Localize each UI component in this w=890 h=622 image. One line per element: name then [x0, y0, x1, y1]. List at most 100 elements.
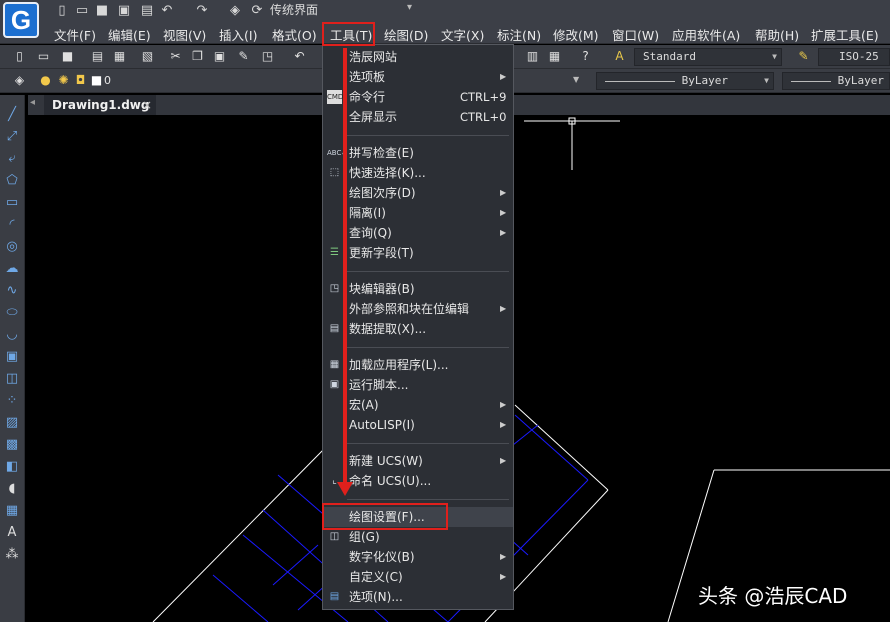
- app-logo[interactable]: G: [3, 2, 39, 38]
- menu-item-fullscreen[interactable]: 全屏显示 CTRL+0: [323, 107, 513, 127]
- menu-help[interactable]: 帮助(H): [755, 25, 799, 44]
- menu-item-isolate[interactable]: 隔离(I) ▶: [323, 203, 513, 223]
- menu-item-draw-order[interactable]: 绘图次序(D) ▶: [323, 183, 513, 203]
- menu-item-data-extraction[interactable]: ▤ 数据提取(X)...: [323, 319, 513, 339]
- menu-extend-tools[interactable]: 扩展工具(E): [811, 25, 879, 44]
- open-folder-icon[interactable]: ▭: [75, 3, 89, 18]
- menu-item-load-application[interactable]: ▦ 加载应用程序(L)...: [323, 355, 513, 375]
- undo-icon[interactable]: ↶: [160, 3, 174, 18]
- toolpalette-icon[interactable]: ▥: [525, 49, 540, 64]
- insert-block-icon[interactable]: ▣: [4, 349, 20, 365]
- lock-icon[interactable]: ◘: [73, 73, 88, 88]
- qat-customize-arrow[interactable]: ▾: [407, 2, 412, 13]
- match-properties-icon[interactable]: ✎: [236, 49, 251, 64]
- menu-item-command-line[interactable]: CMD 命令行 CTRL+9: [323, 87, 513, 107]
- point-icon[interactable]: ⁘: [4, 393, 20, 409]
- menu-format[interactable]: 格式(O): [272, 25, 317, 44]
- dim-style-select[interactable]: ISO-25: [818, 48, 890, 66]
- color-square-icon: ■: [90, 73, 103, 87]
- workspace-icon[interactable]: ⟳: [250, 3, 264, 18]
- arc-icon[interactable]: ◜: [4, 217, 20, 233]
- menu-item-options[interactable]: ▤ 选项(N)...: [323, 587, 513, 607]
- paste-icon[interactable]: ▣: [212, 49, 227, 64]
- make-block-icon[interactable]: ◫: [4, 371, 20, 387]
- rectangle-icon[interactable]: ▭: [4, 195, 20, 211]
- menu-item-quick-select[interactable]: ⬚ 快速选择(K)...: [323, 163, 513, 183]
- add-selected-icon[interactable]: ⁂: [4, 547, 20, 563]
- workspace-selector[interactable]: 传统界面: [270, 1, 318, 19]
- table-icon[interactable]: ▦: [4, 503, 20, 519]
- menu-dimension[interactable]: 标注(N): [497, 25, 541, 44]
- menu-applications[interactable]: 应用软件(A): [672, 25, 740, 44]
- print-icon[interactable]: ▤: [90, 49, 105, 64]
- menu-edit[interactable]: 编辑(E): [108, 25, 151, 44]
- menu-item-inquiry[interactable]: 查询(Q) ▶: [323, 223, 513, 243]
- preview-icon[interactable]: ▦: [112, 49, 127, 64]
- menu-item-update-field[interactable]: ☰ 更新字段(T): [323, 243, 513, 263]
- revision-cloud-icon[interactable]: ☁: [4, 261, 20, 277]
- menu-item-run-script[interactable]: ▣ 运行脚本...: [323, 375, 513, 395]
- lineweight-select[interactable]: ByLayer: [782, 72, 890, 90]
- save-icon[interactable]: ■: [95, 3, 109, 18]
- mtext-icon[interactable]: A: [4, 525, 20, 541]
- sun-icon[interactable]: ✺: [56, 73, 71, 88]
- redo-icon[interactable]: ↷: [195, 3, 209, 18]
- tab-drawing1[interactable]: Drawing1.dwg ×: [44, 95, 156, 115]
- copy-icon[interactable]: ❐: [190, 49, 205, 64]
- linetype-select[interactable]: ByLayer ▼: [596, 72, 774, 90]
- save-icon[interactable]: ■: [60, 49, 75, 64]
- menu-insert[interactable]: 插入(I): [219, 25, 257, 44]
- menu-text[interactable]: 文字(X): [441, 25, 484, 44]
- menu-item-xref-edit[interactable]: 外部参照和块在位编辑 ▶: [323, 299, 513, 319]
- menu-item-macro[interactable]: 宏(A) ▶: [323, 395, 513, 415]
- menu-item-group[interactable]: ◫ 组(G): [323, 527, 513, 547]
- ray-icon[interactable]: ⤢: [4, 129, 20, 145]
- menu-item-spell-check[interactable]: ABC✓ 拼写检查(E): [323, 143, 513, 163]
- circle-icon[interactable]: ◎: [4, 239, 20, 255]
- cut-icon[interactable]: ✂: [168, 49, 183, 64]
- region-icon[interactable]: ◧: [4, 459, 20, 475]
- close-icon[interactable]: ×: [142, 95, 152, 115]
- ellipse-arc-icon[interactable]: ◡: [4, 327, 20, 343]
- wipeout-icon[interactable]: ◖: [4, 481, 20, 497]
- print-icon[interactable]: ▤: [140, 3, 154, 18]
- undo-icon[interactable]: ↶: [292, 49, 307, 64]
- tab-scroll-left-icon[interactable]: ◂: [30, 97, 35, 108]
- text-style-select[interactable]: Standard ▼: [634, 48, 782, 66]
- menu-view[interactable]: 视图(V): [163, 25, 206, 44]
- menu-item-palettes[interactable]: 选项板 ▶: [323, 67, 513, 87]
- menu-bar: 文件(F) 编辑(E) 视图(V) 插入(I) 格式(O) 工具(T) 绘图(D…: [0, 22, 890, 44]
- menu-item-autolisp[interactable]: AutoLISP(I) ▶: [323, 415, 513, 435]
- ellipse-icon[interactable]: ⬭: [4, 305, 20, 321]
- open-icon[interactable]: ▭: [36, 49, 51, 64]
- save-as-icon[interactable]: ▣: [117, 3, 131, 18]
- submenu-arrow-icon: ▶: [500, 420, 507, 429]
- new-icon[interactable]: ▯: [12, 49, 27, 64]
- layer-manager-icon[interactable]: ◈: [12, 73, 27, 88]
- menu-file[interactable]: 文件(F): [54, 25, 96, 44]
- layer-dropdown-arrow[interactable]: ▼: [573, 75, 579, 84]
- new-file-icon[interactable]: ▯: [55, 3, 69, 18]
- menu-item-block-editor[interactable]: ◳ 块编辑器(B): [323, 279, 513, 299]
- gradient-icon[interactable]: ▩: [4, 437, 20, 453]
- line-icon[interactable]: ╱: [4, 107, 20, 123]
- spline-icon[interactable]: ∿: [4, 283, 20, 299]
- menu-draw[interactable]: 绘图(D): [384, 25, 428, 44]
- block-icon[interactable]: ◳: [260, 49, 275, 64]
- bulb-icon[interactable]: ●: [38, 73, 53, 88]
- calculator-icon[interactable]: ▦: [547, 49, 562, 64]
- chevron-down-icon: ▼: [764, 76, 769, 85]
- publish-icon[interactable]: ▧: [140, 49, 155, 64]
- help-icon[interactable]: ?: [578, 49, 593, 64]
- menu-item-new-ucs[interactable]: 新建 UCS(W) ▶: [323, 451, 513, 471]
- menu-item-customize[interactable]: 自定义(C) ▶: [323, 567, 513, 587]
- menu-item-tablet[interactable]: 数字化仪(B) ▶: [323, 547, 513, 567]
- layer-name[interactable]: 0: [104, 74, 111, 87]
- menu-modify[interactable]: 修改(M): [553, 25, 599, 44]
- menu-window[interactable]: 窗口(W): [612, 25, 659, 44]
- menu-item-gstarcad-website[interactable]: 浩辰网站: [323, 47, 513, 67]
- polyline-icon[interactable]: ⤶: [4, 151, 20, 167]
- polygon-icon[interactable]: ⬠: [4, 173, 20, 189]
- hatch-icon[interactable]: ▨: [4, 415, 20, 431]
- layers-stack-icon[interactable]: ◈: [228, 3, 242, 18]
